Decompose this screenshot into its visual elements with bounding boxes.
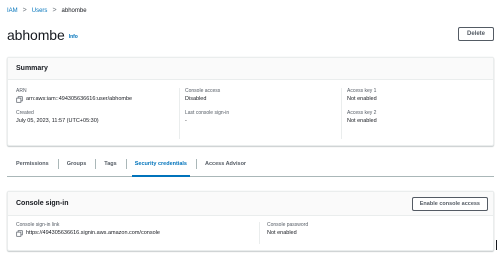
delete-button[interactable]: Delete xyxy=(457,27,494,41)
tab-groups[interactable]: Groups xyxy=(57,152,96,176)
access-key2-label: Access key 2 xyxy=(347,110,377,116)
created-value: July 05, 2023, 11:57 (UTC+05:30) xyxy=(16,118,99,124)
tab-bar: Permissions Groups Tags Security credent… xyxy=(7,152,494,177)
copy-icon[interactable] xyxy=(16,95,23,103)
breadcrumb-item-users[interactable]: Users xyxy=(32,7,48,15)
last-signin-value: - xyxy=(185,118,187,124)
breadcrumb-current: abhombe xyxy=(61,8,87,14)
signin-link-field: Console sign-in link https://49430563661… xyxy=(16,222,256,244)
summary-title: Summary xyxy=(8,58,493,80)
console-signin-panel: Console sign-in Enable console access Co… xyxy=(7,191,494,251)
enable-console-access-button[interactable]: Enable console access xyxy=(411,197,488,211)
access-key1-field: Access key 1 Not enabled xyxy=(347,88,491,103)
console-password-label: Console password xyxy=(267,222,309,228)
access-key1-value: Not enabled xyxy=(347,96,377,102)
summary-column-1: ARN arn:aws:iam::494305636616:user/abhom… xyxy=(16,88,172,139)
access-key2-value: Not enabled xyxy=(347,118,377,124)
access-key2-field: Access key 2 Not enabled xyxy=(347,110,491,125)
console-access-field: Console access Disabled xyxy=(185,88,335,103)
arn-field: ARN arn:aws:iam::494305636616:user/abhom… xyxy=(16,88,172,103)
tab-security-credentials[interactable]: Security credentials xyxy=(125,152,196,177)
tab-tags[interactable]: Tags xyxy=(95,152,125,176)
breadcrumb: IAM > Users > abhombe xyxy=(7,7,87,15)
info-link[interactable]: Info xyxy=(69,34,78,40)
arn-value: arn:aws:iam::494305636616:user/abhombe xyxy=(26,96,133,102)
copy-icon[interactable] xyxy=(16,229,23,237)
created-field: Created July 05, 2023, 11:57 (UTC+05:30) xyxy=(16,110,172,125)
summary-column-3: Access key 1 Not enabled Access key 2 No… xyxy=(341,88,491,139)
access-key1-label: Access key 1 xyxy=(347,88,377,94)
summary-panel: Summary ARN arn:aws:iam::494305636616:us… xyxy=(7,57,494,146)
tab-access-advisor[interactable]: Access Advisor xyxy=(196,152,255,176)
console-password-value: Not enabled xyxy=(267,230,297,236)
chevron-right-icon: > xyxy=(22,7,27,14)
console-access-value: Disabled xyxy=(185,96,207,102)
signin-link-label: Console sign-in link xyxy=(16,222,60,228)
chevron-right-icon: > xyxy=(52,7,57,14)
console-access-label: Console access xyxy=(185,88,221,94)
summary-column-2: Console access Disabled Last console sig… xyxy=(179,88,335,139)
page-header: abhombe Info Delete xyxy=(7,25,494,45)
tab-permissions[interactable]: Permissions xyxy=(7,152,58,176)
last-signin-field: Last console sign-in - xyxy=(185,110,335,125)
signin-link-value[interactable]: https://494305636616.signin.aws.amazon.c… xyxy=(26,229,160,237)
page-title: abhombe xyxy=(7,27,65,43)
breadcrumb-item-iam[interactable]: IAM xyxy=(7,7,18,15)
console-password-field: Console password Not enabled xyxy=(259,222,489,244)
text-cursor xyxy=(496,240,497,250)
last-signin-label: Last console sign-in xyxy=(185,110,230,116)
arn-label: ARN xyxy=(16,88,27,94)
created-label: Created xyxy=(16,110,34,116)
